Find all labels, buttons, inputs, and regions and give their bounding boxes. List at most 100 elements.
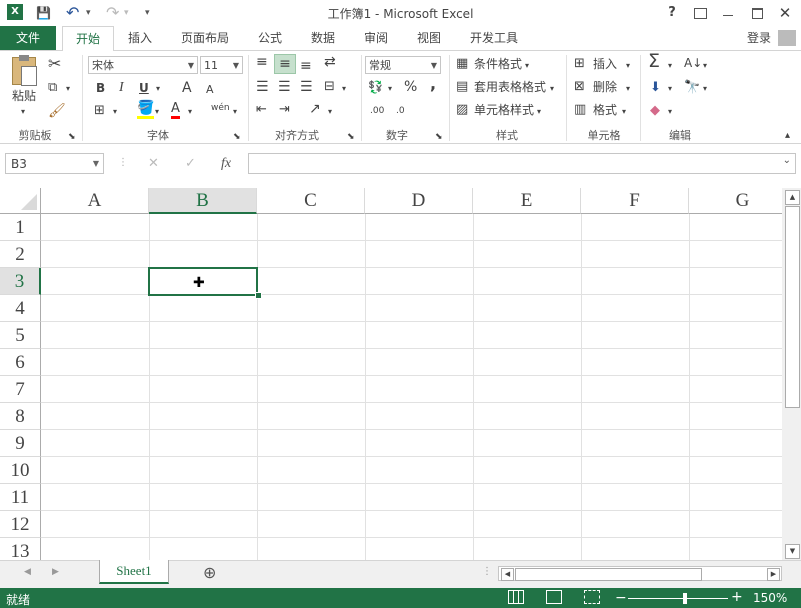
user-avatar-icon[interactable] — [778, 30, 796, 46]
clear-icon[interactable]: ◆ — [650, 102, 660, 120]
tab-data[interactable]: 数据 — [306, 26, 340, 50]
sort-filter-icon[interactable]: A↓ — [684, 54, 702, 72]
decrease-decimal-icon[interactable]: .0 — [396, 102, 405, 120]
wrap-text-icon[interactable]: ⇄ — [324, 53, 336, 71]
number-dialog-launcher-icon[interactable]: ⬊ — [435, 128, 443, 146]
increase-decimal-icon[interactable]: .00 — [370, 102, 384, 120]
row-header-4[interactable]: 4 — [0, 295, 41, 322]
scroll-up-icon[interactable]: ▲ — [785, 190, 800, 205]
align-center-icon[interactable]: ☰ — [278, 78, 291, 96]
font-color-icon[interactable]: A — [171, 101, 180, 119]
insert-function-button[interactable]: fx — [221, 156, 231, 172]
tab-review[interactable]: 审阅 — [359, 26, 393, 50]
orientation-icon[interactable]: ↗ — [309, 100, 321, 118]
close-icon[interactable]: ✕ — [774, 3, 796, 23]
font-size-select[interactable]: 11 ▼ — [200, 56, 243, 74]
paste-dropdown-icon[interactable]: ▾ — [21, 103, 25, 121]
conditional-format-button[interactable]: 条件格式 — [474, 55, 522, 73]
format-as-table-dropdown-icon[interactable]: ▾ — [550, 80, 554, 98]
fill-color-dropdown-icon[interactable]: ▾ — [155, 103, 159, 121]
scroll-sheets-left-icon[interactable]: ◀ — [24, 567, 31, 577]
column-header-g[interactable]: G — [689, 188, 782, 214]
clear-dropdown-icon[interactable]: ▾ — [668, 103, 672, 121]
minimize-icon[interactable] — [717, 3, 739, 23]
help-button[interactable]: ? — [661, 3, 683, 23]
format-cells-icon[interactable]: ▥ — [574, 101, 586, 119]
sheet-tab-sheet1[interactable]: Sheet1 — [99, 560, 169, 584]
maximize-icon[interactable] — [746, 3, 768, 23]
cut-icon[interactable]: ✂ — [48, 55, 61, 73]
cell-styles-button[interactable]: 单元格样式 — [474, 101, 534, 119]
format-as-table-icon[interactable]: ▤ — [456, 78, 468, 96]
normal-view-icon[interactable] — [508, 590, 524, 604]
new-sheet-button[interactable]: ⊕ — [203, 563, 216, 582]
column-header-a[interactable]: A — [41, 188, 149, 214]
tab-view[interactable]: 视图 — [412, 26, 446, 50]
zoom-in-button[interactable]: + — [731, 589, 743, 605]
row-header-1[interactable]: 1 — [0, 214, 41, 241]
row-header-2[interactable]: 2 — [0, 241, 41, 268]
row-header-5[interactable]: 5 — [0, 322, 41, 349]
find-select-icon[interactable]: 🔭 — [684, 79, 700, 97]
phonetic-guide-button[interactable]: wén — [211, 99, 230, 117]
zoom-level[interactable]: 150% — [753, 591, 787, 605]
name-box[interactable]: B3 ▼ — [5, 153, 104, 174]
orientation-dropdown-icon[interactable]: ▾ — [328, 103, 332, 121]
copy-dropdown-icon[interactable]: ▾ — [66, 80, 70, 98]
fill-icon[interactable]: ⬇ — [650, 79, 661, 97]
italic-button[interactable]: I — [119, 79, 124, 97]
zoom-slider[interactable] — [628, 593, 728, 604]
autosum-icon[interactable]: Σ — [648, 52, 660, 71]
fill-handle[interactable] — [255, 292, 262, 299]
sign-in-link[interactable]: 登录 — [744, 26, 774, 50]
tab-file[interactable]: 文件 — [0, 26, 56, 50]
find-select-dropdown-icon[interactable]: ▾ — [703, 80, 707, 98]
font-dialog-launcher-icon[interactable]: ⬊ — [233, 128, 241, 146]
font-name-select[interactable]: 宋体 ▼ — [88, 56, 198, 74]
row-header-6[interactable]: 6 — [0, 349, 41, 376]
row-header-3[interactable]: 3 — [0, 268, 41, 295]
format-painter-icon[interactable]: 🖌 — [48, 102, 66, 120]
increase-indent-icon[interactable]: ⇥ — [279, 101, 290, 119]
align-top-icon[interactable]: ≡ — [256, 53, 268, 71]
tab-split-grip-icon[interactable]: ⋮ — [482, 566, 492, 577]
row-header-9[interactable]: 9 — [0, 430, 41, 457]
accounting-dropdown-icon[interactable]: ▾ — [388, 80, 392, 98]
align-bottom-icon[interactable]: ≡ — [300, 57, 312, 75]
column-header-f[interactable]: F — [581, 188, 689, 214]
number-format-select[interactable]: 常规 ▼ — [365, 56, 441, 74]
row-header-12[interactable]: 12 — [0, 511, 41, 538]
row-header-11[interactable]: 11 — [0, 484, 41, 511]
tab-developer[interactable]: 开发工具 — [465, 26, 523, 50]
accounting-format-icon[interactable]: 💱 — [368, 78, 383, 96]
hscroll-thumb[interactable] — [515, 568, 702, 581]
zoom-slider-thumb[interactable] — [683, 593, 687, 604]
column-header-c[interactable]: C — [257, 188, 365, 214]
row-header-10[interactable]: 10 — [0, 457, 41, 484]
worksheet-grid[interactable]: A B C D E F G 1 2 3 4 5 6 7 8 9 10 11 12… — [0, 188, 782, 560]
scroll-thumb[interactable] — [785, 206, 800, 408]
tab-insert[interactable]: 插入 — [122, 26, 158, 50]
underline-dropdown-icon[interactable]: ▾ — [156, 80, 160, 98]
formula-input[interactable]: ⌄ — [248, 153, 796, 174]
cell-styles-dropdown-icon[interactable]: ▾ — [537, 103, 541, 121]
clipboard-dialog-launcher-icon[interactable]: ⬊ — [68, 128, 76, 146]
tab-home[interactable]: 开始 — [62, 26, 114, 52]
horizontal-scrollbar[interactable]: ◀ ▶ — [498, 566, 782, 581]
tab-formulas[interactable]: 公式 — [253, 26, 287, 50]
expand-formula-bar-icon[interactable]: ⌄ — [783, 155, 791, 166]
percent-style-button[interactable]: % — [404, 78, 417, 96]
delete-cells-icon[interactable]: ⊠ — [574, 78, 585, 96]
zoom-out-button[interactable]: − — [615, 590, 627, 606]
scroll-right-icon[interactable]: ▶ — [767, 568, 780, 581]
format-as-table-button[interactable]: 套用表格格式 — [474, 78, 546, 96]
column-header-b[interactable]: B — [149, 188, 257, 214]
formula-bar-grip-icon[interactable]: ⋮ — [118, 157, 128, 168]
merge-center-icon[interactable]: ⊟ — [324, 78, 335, 96]
shrink-font-button[interactable]: A — [206, 81, 214, 99]
underline-button[interactable]: U — [139, 79, 149, 97]
insert-cells-button[interactable]: 插入 — [593, 55, 617, 73]
select-all-button[interactable] — [0, 188, 41, 214]
row-header-13[interactable]: 13 — [0, 538, 41, 560]
insert-cells-icon[interactable]: ⊞ — [574, 55, 585, 73]
